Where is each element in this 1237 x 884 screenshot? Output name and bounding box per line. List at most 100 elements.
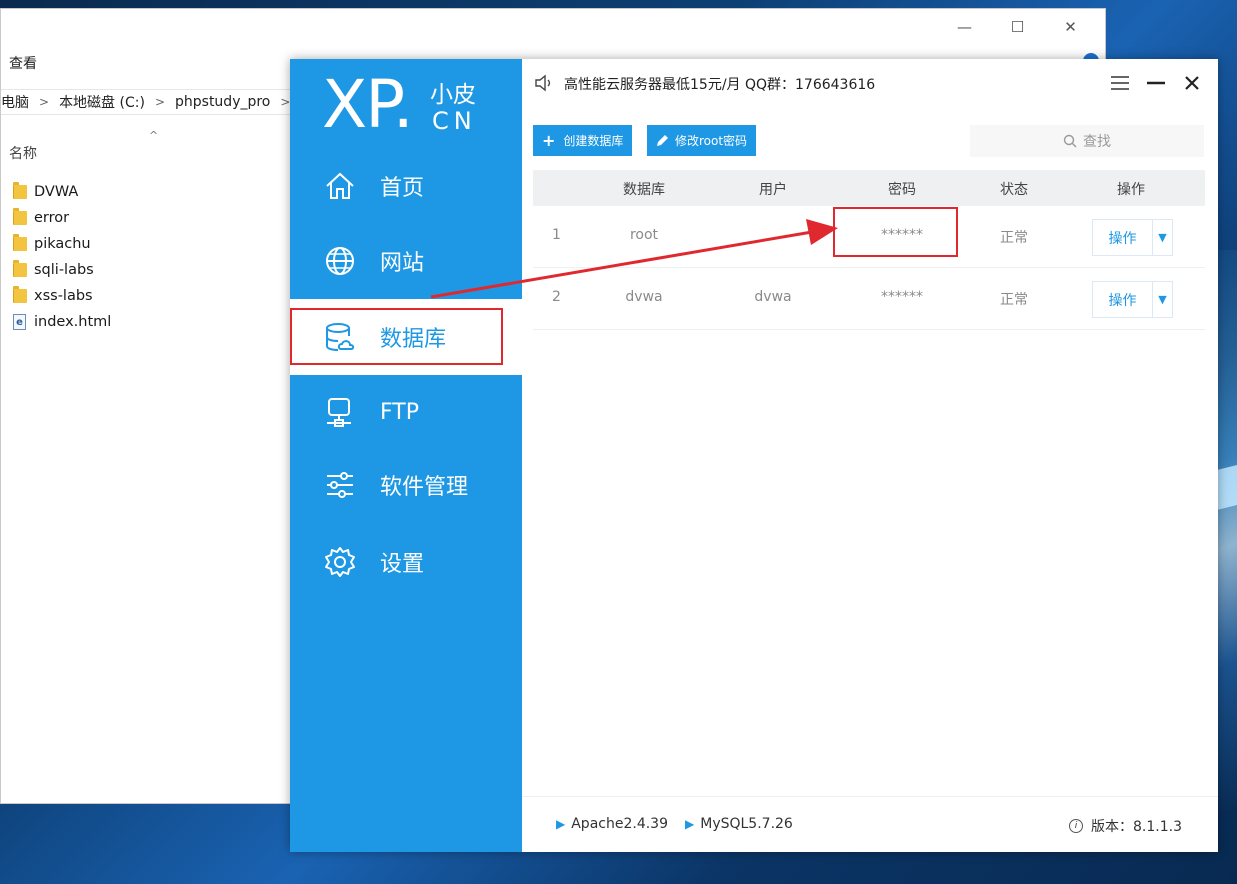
column-header: 操作 bbox=[1117, 182, 1145, 198]
play-icon: ▶ bbox=[685, 817, 695, 831]
file-name: index.html bbox=[34, 314, 112, 330]
sidebar-item-label: 设置 bbox=[380, 552, 425, 577]
sidebar-item-label: FTP bbox=[380, 399, 419, 425]
breadcrumb-item[interactable]: 本地磁盘 (C:) bbox=[59, 92, 145, 112]
create-database-button[interactable]: + 创建数据库 bbox=[533, 125, 633, 156]
pencil-icon bbox=[657, 135, 668, 146]
chevron-right-icon: > bbox=[280, 95, 291, 109]
action-label[interactable]: 操作 bbox=[1093, 282, 1153, 317]
database-user: dvwa bbox=[754, 289, 792, 305]
sort-ascending-icon: ^ bbox=[149, 129, 159, 142]
status-text: 正常 bbox=[1000, 230, 1028, 246]
annotation-highlight-box bbox=[833, 207, 958, 257]
search-placeholder: 查找 bbox=[1083, 134, 1111, 150]
info-icon: i bbox=[1069, 819, 1084, 833]
list-item[interactable]: e index.html bbox=[13, 309, 111, 335]
caret-down-icon[interactable]: ▼ bbox=[1153, 220, 1172, 255]
table-header: 数据库 用户 密码 状态 操作 bbox=[533, 170, 1205, 206]
ftp-icon bbox=[327, 398, 351, 427]
sidebar-item-website[interactable]: 网站 bbox=[290, 223, 522, 299]
breadcrumb-item[interactable]: 电脑 bbox=[1, 92, 29, 112]
button-label: 修改root密码 bbox=[675, 134, 748, 148]
globe-icon bbox=[326, 247, 354, 275]
list-item[interactable]: sqli-labs bbox=[13, 257, 111, 283]
button-label: 创建数据库 bbox=[563, 134, 624, 148]
home-icon bbox=[326, 172, 354, 199]
speaker-icon bbox=[535, 74, 551, 92]
app-window-controls bbox=[1108, 71, 1204, 95]
sidebar-item-ftp[interactable]: FTP bbox=[290, 374, 522, 450]
close-icon[interactable] bbox=[1180, 71, 1204, 95]
folder-icon bbox=[13, 208, 27, 225]
list-item[interactable]: error bbox=[13, 205, 111, 231]
search-input[interactable]: 查找 bbox=[970, 125, 1204, 157]
list-item[interactable]: DVWA bbox=[13, 179, 111, 205]
mysql-service[interactable]: ▶ MySQL5.7.26 bbox=[685, 816, 793, 832]
search-icon bbox=[1063, 134, 1077, 148]
sidebar-item-software[interactable]: 软件管理 bbox=[290, 447, 522, 523]
menu-icon[interactable] bbox=[1108, 71, 1132, 95]
column-header: 密码 bbox=[888, 182, 916, 198]
database-table: 数据库 用户 密码 状态 操作 1 root ****** 正常 操作 ▼ 2 … bbox=[533, 170, 1205, 791]
list-item[interactable]: pikachu bbox=[13, 231, 111, 257]
database-name: dvwa bbox=[625, 289, 663, 305]
folder-icon bbox=[13, 234, 27, 251]
annotation-highlight-box bbox=[290, 308, 503, 365]
logo-subtitle: 小皮 bbox=[430, 82, 476, 108]
action-dropdown-button[interactable]: 操作 ▼ bbox=[1092, 219, 1173, 256]
folder-icon bbox=[13, 182, 27, 199]
minimize-icon[interactable]: — bbox=[938, 15, 991, 39]
column-header: 数据库 bbox=[623, 182, 665, 198]
file-list: DVWA error pikachu sqli-labs xss-labs ei… bbox=[13, 179, 111, 335]
sidebar-item-label: 软件管理 bbox=[380, 475, 469, 500]
maximize-icon[interactable]: ☐ bbox=[991, 15, 1044, 39]
sidebar-item-settings[interactable]: 设置 bbox=[290, 524, 522, 600]
service-label: Apache2.4.39 bbox=[571, 816, 668, 832]
service-label: MySQL5.7.26 bbox=[700, 816, 793, 832]
top-bar: 高性能云服务器最低15元/月 QQ群：176643616 bbox=[522, 59, 1218, 109]
list-item[interactable]: xss-labs bbox=[13, 283, 111, 309]
plus-icon: + bbox=[542, 131, 556, 150]
minimize-icon[interactable] bbox=[1144, 71, 1168, 95]
play-icon: ▶ bbox=[556, 817, 566, 831]
file-name: error bbox=[34, 210, 70, 226]
close-icon[interactable]: ✕ bbox=[1044, 15, 1097, 39]
row-number: 2 bbox=[552, 289, 561, 305]
table-row: 2 dvwa dvwa ****** 正常 操作 ▼ bbox=[533, 268, 1205, 330]
notice-text[interactable]: 高性能云服务器最低15元/月 QQ群：176643616 bbox=[564, 74, 875, 94]
sidebar: XP. 小皮 CN 首页 网站 数据库 FTP 软件管理 设置 bbox=[290, 59, 522, 852]
chevron-right-icon: > bbox=[39, 95, 50, 109]
action-label[interactable]: 操作 bbox=[1093, 220, 1153, 255]
database-name: root bbox=[629, 227, 659, 243]
status-text: 正常 bbox=[1000, 292, 1028, 308]
change-root-password-button[interactable]: 修改root密码 bbox=[647, 125, 757, 156]
version-label: 版本：8.1.1.3 bbox=[1091, 819, 1182, 835]
column-header-name[interactable]: 名称 bbox=[9, 143, 37, 163]
file-name: sqli-labs bbox=[34, 262, 94, 278]
action-dropdown-button[interactable]: 操作 ▼ bbox=[1092, 281, 1173, 318]
sidebar-item-home[interactable]: 首页 bbox=[290, 148, 522, 224]
chevron-right-icon: > bbox=[154, 95, 165, 109]
breadcrumb-item[interactable]: phpstudy_pro bbox=[175, 94, 270, 110]
folder-icon bbox=[13, 286, 27, 303]
column-header: 用户 bbox=[759, 182, 787, 198]
file-name: xss-labs bbox=[34, 288, 93, 304]
row-number: 1 bbox=[552, 227, 561, 243]
sidebar-item-label: 首页 bbox=[380, 176, 425, 201]
logo-domain: CN bbox=[432, 107, 477, 135]
folder-icon bbox=[13, 260, 27, 277]
column-header: 状态 bbox=[1000, 182, 1028, 198]
apache-service[interactable]: ▶ Apache2.4.39 bbox=[556, 816, 668, 832]
sliders-icon bbox=[327, 472, 353, 498]
status-bar: ▶ Apache2.4.39 ▶ MySQL5.7.26 i 版本：8.1.1.… bbox=[522, 796, 1218, 852]
sidebar-item-label: 网站 bbox=[380, 251, 425, 276]
html-file-icon: e bbox=[13, 314, 26, 330]
file-name: DVWA bbox=[34, 184, 79, 200]
file-name: pikachu bbox=[34, 236, 91, 252]
explorer-window-controls: — ☐ ✕ bbox=[938, 15, 1097, 39]
caret-down-icon[interactable]: ▼ bbox=[1153, 282, 1172, 317]
gear-icon bbox=[325, 547, 355, 577]
menu-view[interactable]: 查看 bbox=[9, 53, 37, 73]
version-info: i 版本：8.1.1.3 bbox=[1069, 816, 1182, 836]
phpstudy-window: XP. 小皮 CN 首页 网站 数据库 FTP 软件管理 设置 高性能云服务器最… bbox=[290, 59, 1218, 852]
